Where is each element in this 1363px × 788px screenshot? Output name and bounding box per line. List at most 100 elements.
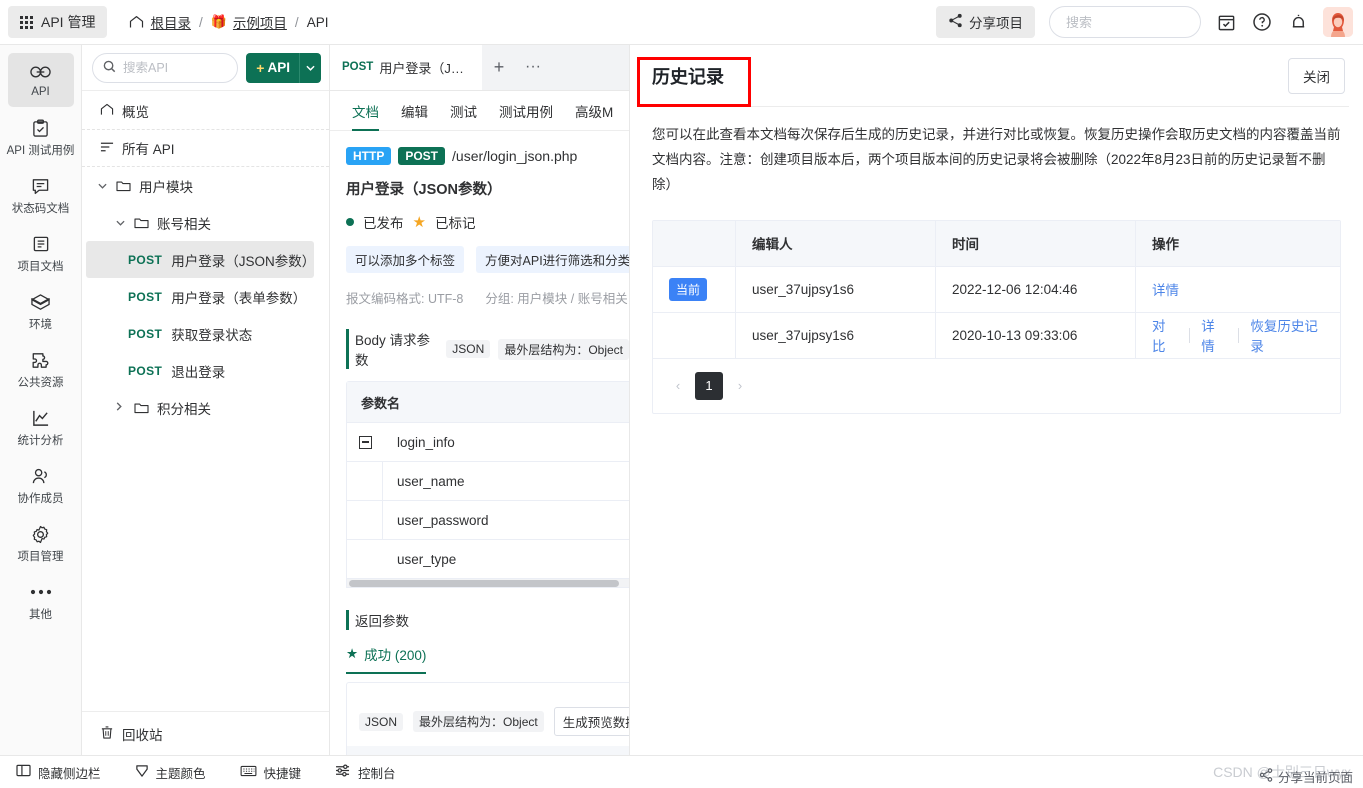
row-gutter (347, 540, 383, 578)
app-switcher-button[interactable]: API 管理 (8, 6, 107, 38)
table-row[interactable]: user_type (347, 539, 630, 578)
tab-more-button[interactable]: ··· (516, 45, 550, 90)
help-circle-icon[interactable] (1251, 11, 1273, 33)
api-meta-group: 分组: 用户模块 / 账号相关 (485, 288, 627, 307)
header-actions: 分享项目 (936, 6, 1363, 38)
api-url-row: HTTP POST /user/login_json.php (346, 147, 629, 165)
doc-tab-bar: POST 用户登录（JS... + ··· (330, 45, 629, 91)
avatar[interactable] (1323, 7, 1353, 37)
col-time: 时间 (935, 221, 1135, 266)
plus-icon: + (256, 60, 264, 76)
history-table: 编辑人 时间 操作 当前 user_37ujpsy1s6 2022-12-06 … (652, 220, 1341, 414)
rail-item-api[interactable]: API (8, 53, 74, 107)
tree-folder-account[interactable]: 账号相关 (82, 204, 329, 241)
recycle-bin-button[interactable]: 回收站 (82, 711, 329, 755)
api-search-input[interactable] (121, 60, 227, 76)
api-tag: 可以添加多个标签 (346, 246, 464, 273)
collapse-toggle[interactable] (347, 423, 383, 461)
chevron-down-icon[interactable] (98, 180, 108, 192)
rail-item-public-resources[interactable]: 公共资源 (8, 343, 74, 397)
table-row[interactable]: user_password (347, 500, 630, 539)
table-row[interactable]: login_info (347, 422, 630, 461)
body-params-col-name: 参数名 (347, 382, 630, 422)
rail-label-status-code-doc: 状态码文档 (12, 200, 70, 216)
generate-preview-button[interactable]: 生成预览数据 (554, 707, 630, 736)
chevron-right-icon[interactable] (116, 402, 126, 414)
tree-api-login-form[interactable]: POST 用户登录（表单参数） (82, 278, 329, 315)
add-tab-button[interactable]: + (482, 45, 516, 90)
api-tree-list: 概览 所有 API 用户模块 (82, 91, 329, 711)
param-name: user_name (383, 474, 465, 489)
detail-link[interactable]: 详情 (1152, 279, 1190, 299)
history-description: 您可以在此查看本文档每次保存后生成的历史记录，并进行对比或恢复。恢复历史操作会取… (652, 123, 1343, 198)
pagination-page-1[interactable]: 1 (695, 372, 723, 400)
rail-item-project-doc[interactable]: 项目文档 (8, 227, 74, 281)
bell-icon[interactable] (1287, 11, 1309, 33)
pagination-prev[interactable]: ‹ (667, 372, 689, 400)
rail-item-statistics[interactable]: 统计分析 (8, 401, 74, 455)
console-button[interactable]: 控制台 (335, 763, 396, 782)
table-row: user_37ujpsy1s6 2020-10-13 09:33:06 对比 详… (653, 313, 1340, 359)
breadcrumb-project[interactable]: 示例项目 (233, 12, 287, 32)
rail-item-project-settings[interactable]: 项目管理 (8, 517, 74, 571)
rail-item-members[interactable]: 协作成员 (8, 459, 74, 513)
rail-item-environment[interactable]: 环境 (8, 285, 74, 339)
tab-edit[interactable]: 编辑 (401, 91, 428, 131)
chevron-down-icon[interactable] (116, 217, 126, 229)
tree-api-login-status[interactable]: POST 获取登录状态 (82, 315, 329, 352)
param-name: login_info (383, 435, 455, 450)
restore-history-link[interactable]: 恢复历史记录 (1239, 315, 1340, 355)
search-input[interactable] (1064, 14, 1186, 31)
api-tree-panel: + API 概览 所有 API (82, 45, 330, 755)
grid-apps-icon (20, 16, 33, 29)
param-name: user_type (383, 552, 456, 567)
tab-advanced-mock[interactable]: 高级M (575, 91, 613, 131)
global-search[interactable] (1049, 6, 1201, 38)
history-header: 历史记录 关闭 (644, 45, 1349, 107)
row-editor: user_37ujpsy1s6 (735, 267, 935, 312)
list-icon (100, 141, 114, 156)
table-row: 当前 user_37ujpsy1s6 2022-12-06 12:04:46 详… (653, 267, 1340, 313)
api-tag: 方便对API进行筛选和分类 (476, 246, 630, 273)
api-url: /user/login_json.php (452, 148, 577, 164)
doc-tab-login-json[interactable]: POST 用户登录（JS... (330, 45, 482, 90)
share-page-label: 分享当前页面 (1278, 767, 1353, 786)
api-tags: 可以添加多个标签 方便对API进行筛选和分类 (346, 246, 629, 273)
tab-test-cases[interactable]: 测试用例 (499, 91, 553, 131)
add-api-button[interactable]: + API (246, 53, 321, 83)
tree-api-login-json[interactable]: POST 用户登录（JSON参数） (86, 241, 314, 278)
tab-document[interactable]: 文档 (352, 91, 379, 131)
rail-item-api-test-cases[interactable]: API 测试用例 (8, 111, 74, 165)
table-row[interactable]: user_name (347, 461, 630, 500)
pagination-next[interactable]: › (729, 372, 751, 400)
rail-item-other[interactable]: 其他 (8, 575, 74, 629)
share-project-button[interactable]: 分享项目 (936, 6, 1035, 38)
horizontal-scrollbar[interactable] (347, 578, 630, 587)
tree-item-overview[interactable]: 概览 (82, 93, 329, 130)
tree-item-all-apis[interactable]: 所有 API (82, 130, 329, 167)
close-button[interactable]: 关闭 (1288, 58, 1345, 94)
tree-api-logout[interactable]: POST 退出登录 (82, 352, 329, 389)
theme-color-button[interactable]: 主题颜色 (135, 763, 206, 782)
tree-api-logout-label: 退出登录 (171, 361, 225, 381)
shortcuts-button[interactable]: 快捷键 (240, 763, 302, 782)
tree-folder-account-label: 账号相关 (157, 213, 211, 233)
rail-item-status-code-doc[interactable]: 状态码文档 (8, 169, 74, 223)
tree-folder-user-module[interactable]: 用户模块 (82, 167, 329, 204)
tree-folder-points[interactable]: 积分相关 (82, 389, 329, 426)
status-bar: 隐藏侧边栏 主题颜色 快捷键 控制台 (0, 755, 1363, 788)
tab-success-200[interactable]: ★ 成功 (200) (346, 644, 426, 674)
status-dot-icon (346, 218, 354, 226)
breadcrumb-root[interactable]: 根目录 (150, 12, 191, 32)
calendar-check-icon[interactable] (1215, 11, 1237, 33)
api-search[interactable] (92, 53, 238, 83)
chevron-down-icon[interactable] (299, 53, 321, 83)
cube-icon (30, 292, 51, 312)
compare-link[interactable]: 对比 (1152, 315, 1189, 355)
detail-link[interactable]: 详情 (1190, 315, 1238, 355)
share-project-label: 分享项目 (969, 12, 1023, 32)
api-tree-header: + API (82, 45, 329, 91)
clipboard-check-icon (32, 118, 49, 138)
toggle-sidebar-button[interactable]: 隐藏侧边栏 (16, 763, 101, 782)
tab-test[interactable]: 测试 (450, 91, 477, 131)
